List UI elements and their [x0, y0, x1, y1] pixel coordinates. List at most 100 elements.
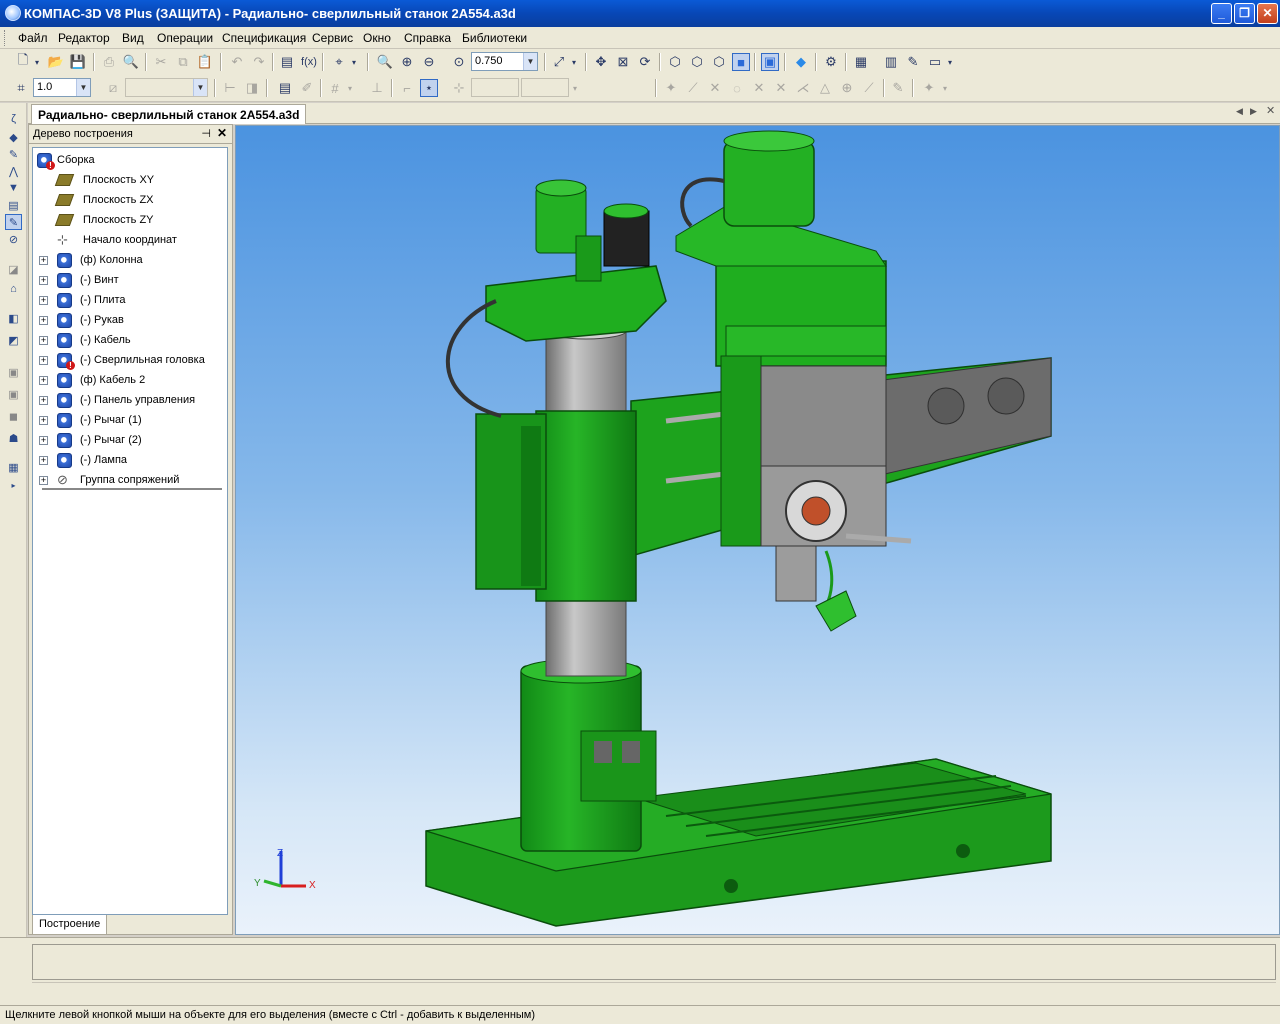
tab-scroll-right-icon[interactable]: ▶: [1250, 106, 1257, 117]
specification-icon[interactable]: ▥: [882, 53, 900, 71]
display-dropdown-icon[interactable]: ▾: [945, 53, 955, 71]
properties-icon[interactable]: ▤: [278, 53, 296, 71]
panel-close-icon[interactable]: ✕: [217, 126, 227, 140]
cursor-step-arrow[interactable]: ▼: [76, 79, 90, 96]
snap-middle-icon[interactable]: △: [816, 79, 834, 97]
step-cursor-icon[interactable]: ⌗: [12, 79, 30, 97]
snap-icon[interactable]: ⋆: [420, 79, 438, 97]
cut-icon[interactable]: ✂: [152, 53, 170, 71]
sheet-body-icon[interactable]: ▣: [5, 364, 22, 380]
print-preview-icon[interactable]: 🔍: [122, 53, 140, 71]
pan-icon[interactable]: ✥: [592, 53, 610, 71]
ortho-icon[interactable]: ⊥: [368, 79, 386, 97]
wireframe-icon[interactable]: ⬡: [666, 53, 684, 71]
perspective-icon[interactable]: ◆: [792, 53, 810, 71]
radial-drill-model[interactable]: Z X Y: [236, 126, 1280, 935]
menu-libraries[interactable]: Библиотеки: [462, 31, 527, 45]
layer-icon[interactable]: ⧄: [104, 79, 122, 97]
snap-more-icon[interactable]: ✦: [920, 79, 938, 97]
shaded-icon[interactable]: ■: [732, 53, 750, 71]
report-icon[interactable]: ▦: [5, 459, 22, 475]
expand-icon[interactable]: +: [39, 376, 48, 385]
menu-edit[interactable]: Редактор: [58, 31, 110, 45]
snap-dropdown-icon[interactable]: ▾: [940, 79, 950, 97]
expand-icon[interactable]: +: [39, 336, 48, 345]
local-cs-icon[interactable]: ⊢: [221, 79, 239, 97]
expand-icon[interactable]: +: [39, 256, 48, 265]
spatial-curves-icon[interactable]: ⋀: [5, 163, 22, 179]
coordinates-icon[interactable]: ⊹: [450, 79, 468, 97]
edit-details-icon[interactable]: ◆: [5, 129, 22, 145]
rotate-icon[interactable]: ⟳: [636, 53, 654, 71]
tree-item-component[interactable]: + (-) Сверлильная головка: [33, 350, 227, 370]
solid-icon[interactable]: ◼: [5, 408, 22, 424]
tree-item-component[interactable]: + (-) Рычаг (1): [33, 410, 227, 430]
elements-icon[interactable]: ⌂: [5, 281, 22, 297]
tree-item-component[interactable]: + (-) Кабель: [33, 330, 227, 350]
menu-operations[interactable]: Операции: [157, 31, 213, 45]
variables-fx-icon[interactable]: f(x): [300, 53, 318, 71]
snap-angle-icon[interactable]: ⋌: [794, 79, 812, 97]
tree-tab-build[interactable]: Построение: [32, 915, 108, 935]
menu-specification[interactable]: Спецификация: [222, 31, 306, 45]
paste-icon[interactable]: 📋: [196, 53, 214, 71]
tree-item-mates[interactable]: + ⊘ Группа сопряжений: [33, 470, 227, 490]
snap-center-icon[interactable]: ⊕: [838, 79, 856, 97]
hidden-thin-icon[interactable]: ⬡: [710, 53, 728, 71]
mates-icon[interactable]: ⊘: [5, 231, 22, 247]
specification-panel-icon[interactable]: ✎: [5, 214, 22, 230]
tree-item-plane-zx[interactable]: Плоскость ZX: [33, 190, 227, 210]
menu-window[interactable]: Окно: [363, 31, 391, 45]
expand-icon[interactable]: +: [39, 436, 48, 445]
pin-icon[interactable]: ⊣: [201, 127, 211, 140]
layer-select-arrow[interactable]: ▼: [193, 79, 207, 96]
snap-on-curve-icon[interactable]: ⟋: [860, 79, 878, 97]
arrays-icon[interactable]: ◧: [5, 310, 22, 326]
zoom-in-icon[interactable]: ⊕: [398, 53, 416, 71]
expand-icon[interactable]: +: [39, 356, 48, 365]
tree-item-component[interactable]: + (-) Рукав: [33, 310, 227, 330]
cursor-step-select[interactable]: 1.0 ▼: [33, 78, 91, 97]
expand-icon[interactable]: +: [39, 456, 48, 465]
expand-icon[interactable]: +: [39, 276, 48, 285]
tree-item-plane-xy[interactable]: Плоскость XY: [33, 170, 227, 190]
show-all-icon[interactable]: ⊠: [614, 53, 632, 71]
library-icon[interactable]: ☗: [5, 430, 22, 446]
expand-icon[interactable]: +: [39, 296, 48, 305]
expand-icon[interactable]: +: [39, 316, 48, 325]
surfaces-icon[interactable]: ◪: [5, 261, 22, 277]
menu-help[interactable]: Справка: [404, 31, 451, 45]
hidden-lines-icon[interactable]: ⬡: [688, 53, 706, 71]
redo-icon[interactable]: ↷: [250, 53, 268, 71]
design-brush-icon[interactable]: ✎: [904, 53, 922, 71]
tree-item-component[interactable]: + (-) Лампа: [33, 450, 227, 470]
menu-view[interactable]: Вид: [122, 31, 144, 45]
print-icon[interactable]: ⎙: [100, 53, 118, 71]
close-button[interactable]: ✕: [1257, 3, 1278, 24]
tree-item-component[interactable]: + (ф) Колонна: [33, 250, 227, 270]
library-manager-icon[interactable]: ▦: [852, 53, 870, 71]
layer-select[interactable]: ▼: [125, 78, 208, 97]
tree-item-plane-zy[interactable]: Плоскость ZY: [33, 210, 227, 230]
round-icon[interactable]: ⌐: [398, 79, 416, 97]
tree-root[interactable]: Сборка: [33, 150, 227, 170]
snap-nearest-icon[interactable]: ⟋: [684, 79, 702, 97]
component-edit-icon[interactable]: ◨: [243, 79, 261, 97]
diagnostics-icon[interactable]: ▣: [5, 386, 22, 402]
new-dropdown-icon[interactable]: ▾: [32, 53, 42, 71]
snap-align-icon[interactable]: ✕: [772, 79, 790, 97]
measure-icon[interactable]: ▤: [5, 197, 22, 213]
menu-file[interactable]: Файл: [18, 31, 48, 45]
document-tab-active[interactable]: Радиально- сверлильный станок 2А554.a3d: [31, 104, 307, 124]
grid-icon[interactable]: #: [326, 79, 344, 97]
coord-x-field[interactable]: [471, 78, 519, 97]
tab-scroll-left-icon[interactable]: ◀: [1236, 106, 1243, 117]
zoom-scale-select[interactable]: 0.750 ▼: [471, 52, 538, 71]
orientation-dropdown-icon[interactable]: ▾: [569, 53, 579, 71]
kompas-app-icon[interactable]: [5, 5, 21, 21]
help-dropdown-icon[interactable]: ▾: [349, 53, 359, 71]
zoom-window-icon[interactable]: 🔍: [376, 53, 394, 71]
tree-item-component[interactable]: + (-) Плита: [33, 290, 227, 310]
expand-icon[interactable]: +: [39, 416, 48, 425]
help-pointer-icon[interactable]: ⌖: [330, 53, 348, 71]
